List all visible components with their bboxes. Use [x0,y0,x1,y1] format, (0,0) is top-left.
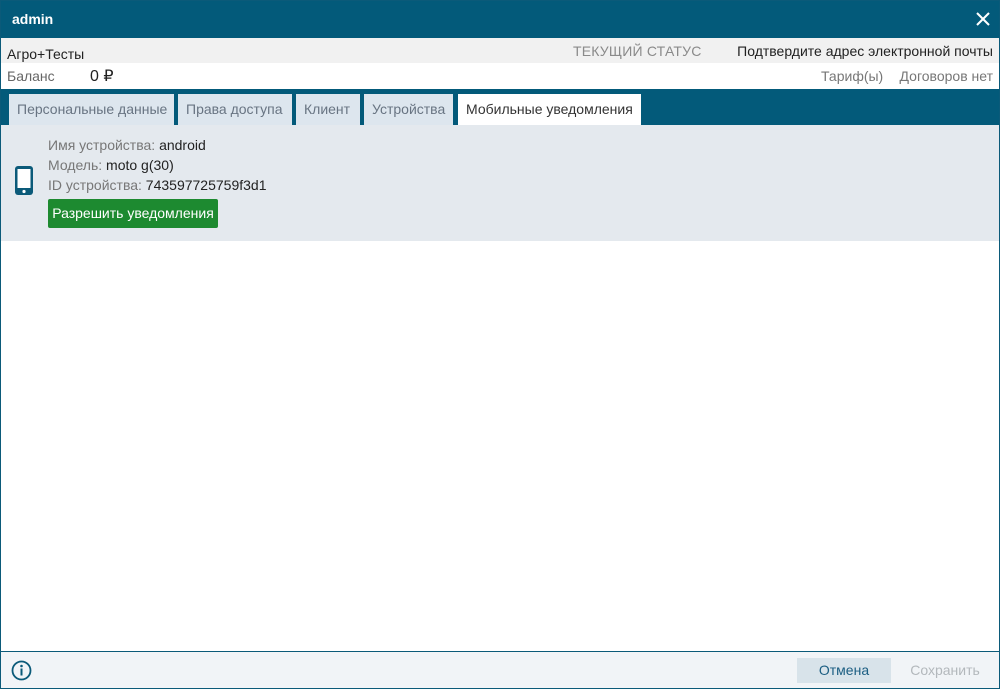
device-model-row: Модель: moto g(30) [48,157,174,173]
smartphone-icon [14,165,34,196]
close-icon[interactable] [974,10,992,28]
tab-client[interactable]: Клиент [296,94,360,125]
device-id-label: ID устройства: [48,177,142,193]
account-info: Агро+Тесты ТЕКУЩИЙ СТАТУС Подтвердите ад… [1,38,999,89]
account-info-header: Агро+Тесты ТЕКУЩИЙ СТАТУС Подтвердите ад… [1,38,999,63]
title-bar: admin [1,1,999,38]
device-model-label: Модель: [48,157,103,173]
device-model-value: moto g(30) [106,157,174,173]
device-name-row: Имя устройства: android [48,137,206,153]
tab-devices[interactable]: Устройства [364,94,453,125]
cancel-button[interactable]: Отмена [797,658,891,683]
balance-label: Баланс [7,68,55,84]
info-icon[interactable] [11,660,32,681]
device-card: Имя устройства: android Модель: moto g(3… [1,125,999,241]
device-id-row: ID устройства: 743597725759f3d1 [48,177,266,193]
organization-name: Агро+Тесты [7,46,85,62]
user-dialog: admin Агро+Тесты ТЕКУЩИЙ СТАТУС Подтверд… [0,0,1000,689]
tariff-link[interactable]: Тариф(ы) [821,68,883,84]
tab-bar: Персональные данные Права доступа Клиент… [1,89,999,125]
window-title: admin [12,11,54,27]
tab-mobile-notifications[interactable]: Мобильные уведомления [458,94,641,125]
balance-value: 0 ₽ [90,68,114,85]
status-label: ТЕКУЩИЙ СТАТУС [573,43,702,59]
dialog-footer: Отмена Сохранить [1,651,999,688]
tab-personal-data[interactable]: Персональные данные [9,94,174,125]
tab-access-rights[interactable]: Права доступа [178,94,292,125]
device-name-label: Имя устройства: [48,137,156,153]
save-button[interactable]: Сохранить [899,658,991,683]
device-id-value: 743597725759f3d1 [145,177,267,193]
device-name-value: android [159,137,206,153]
status-value: Подтвердите адрес электронной почты [737,43,993,59]
allow-notifications-button[interactable]: Разрешить уведомления [48,199,218,228]
contracts-status: Договоров нет [899,68,993,84]
